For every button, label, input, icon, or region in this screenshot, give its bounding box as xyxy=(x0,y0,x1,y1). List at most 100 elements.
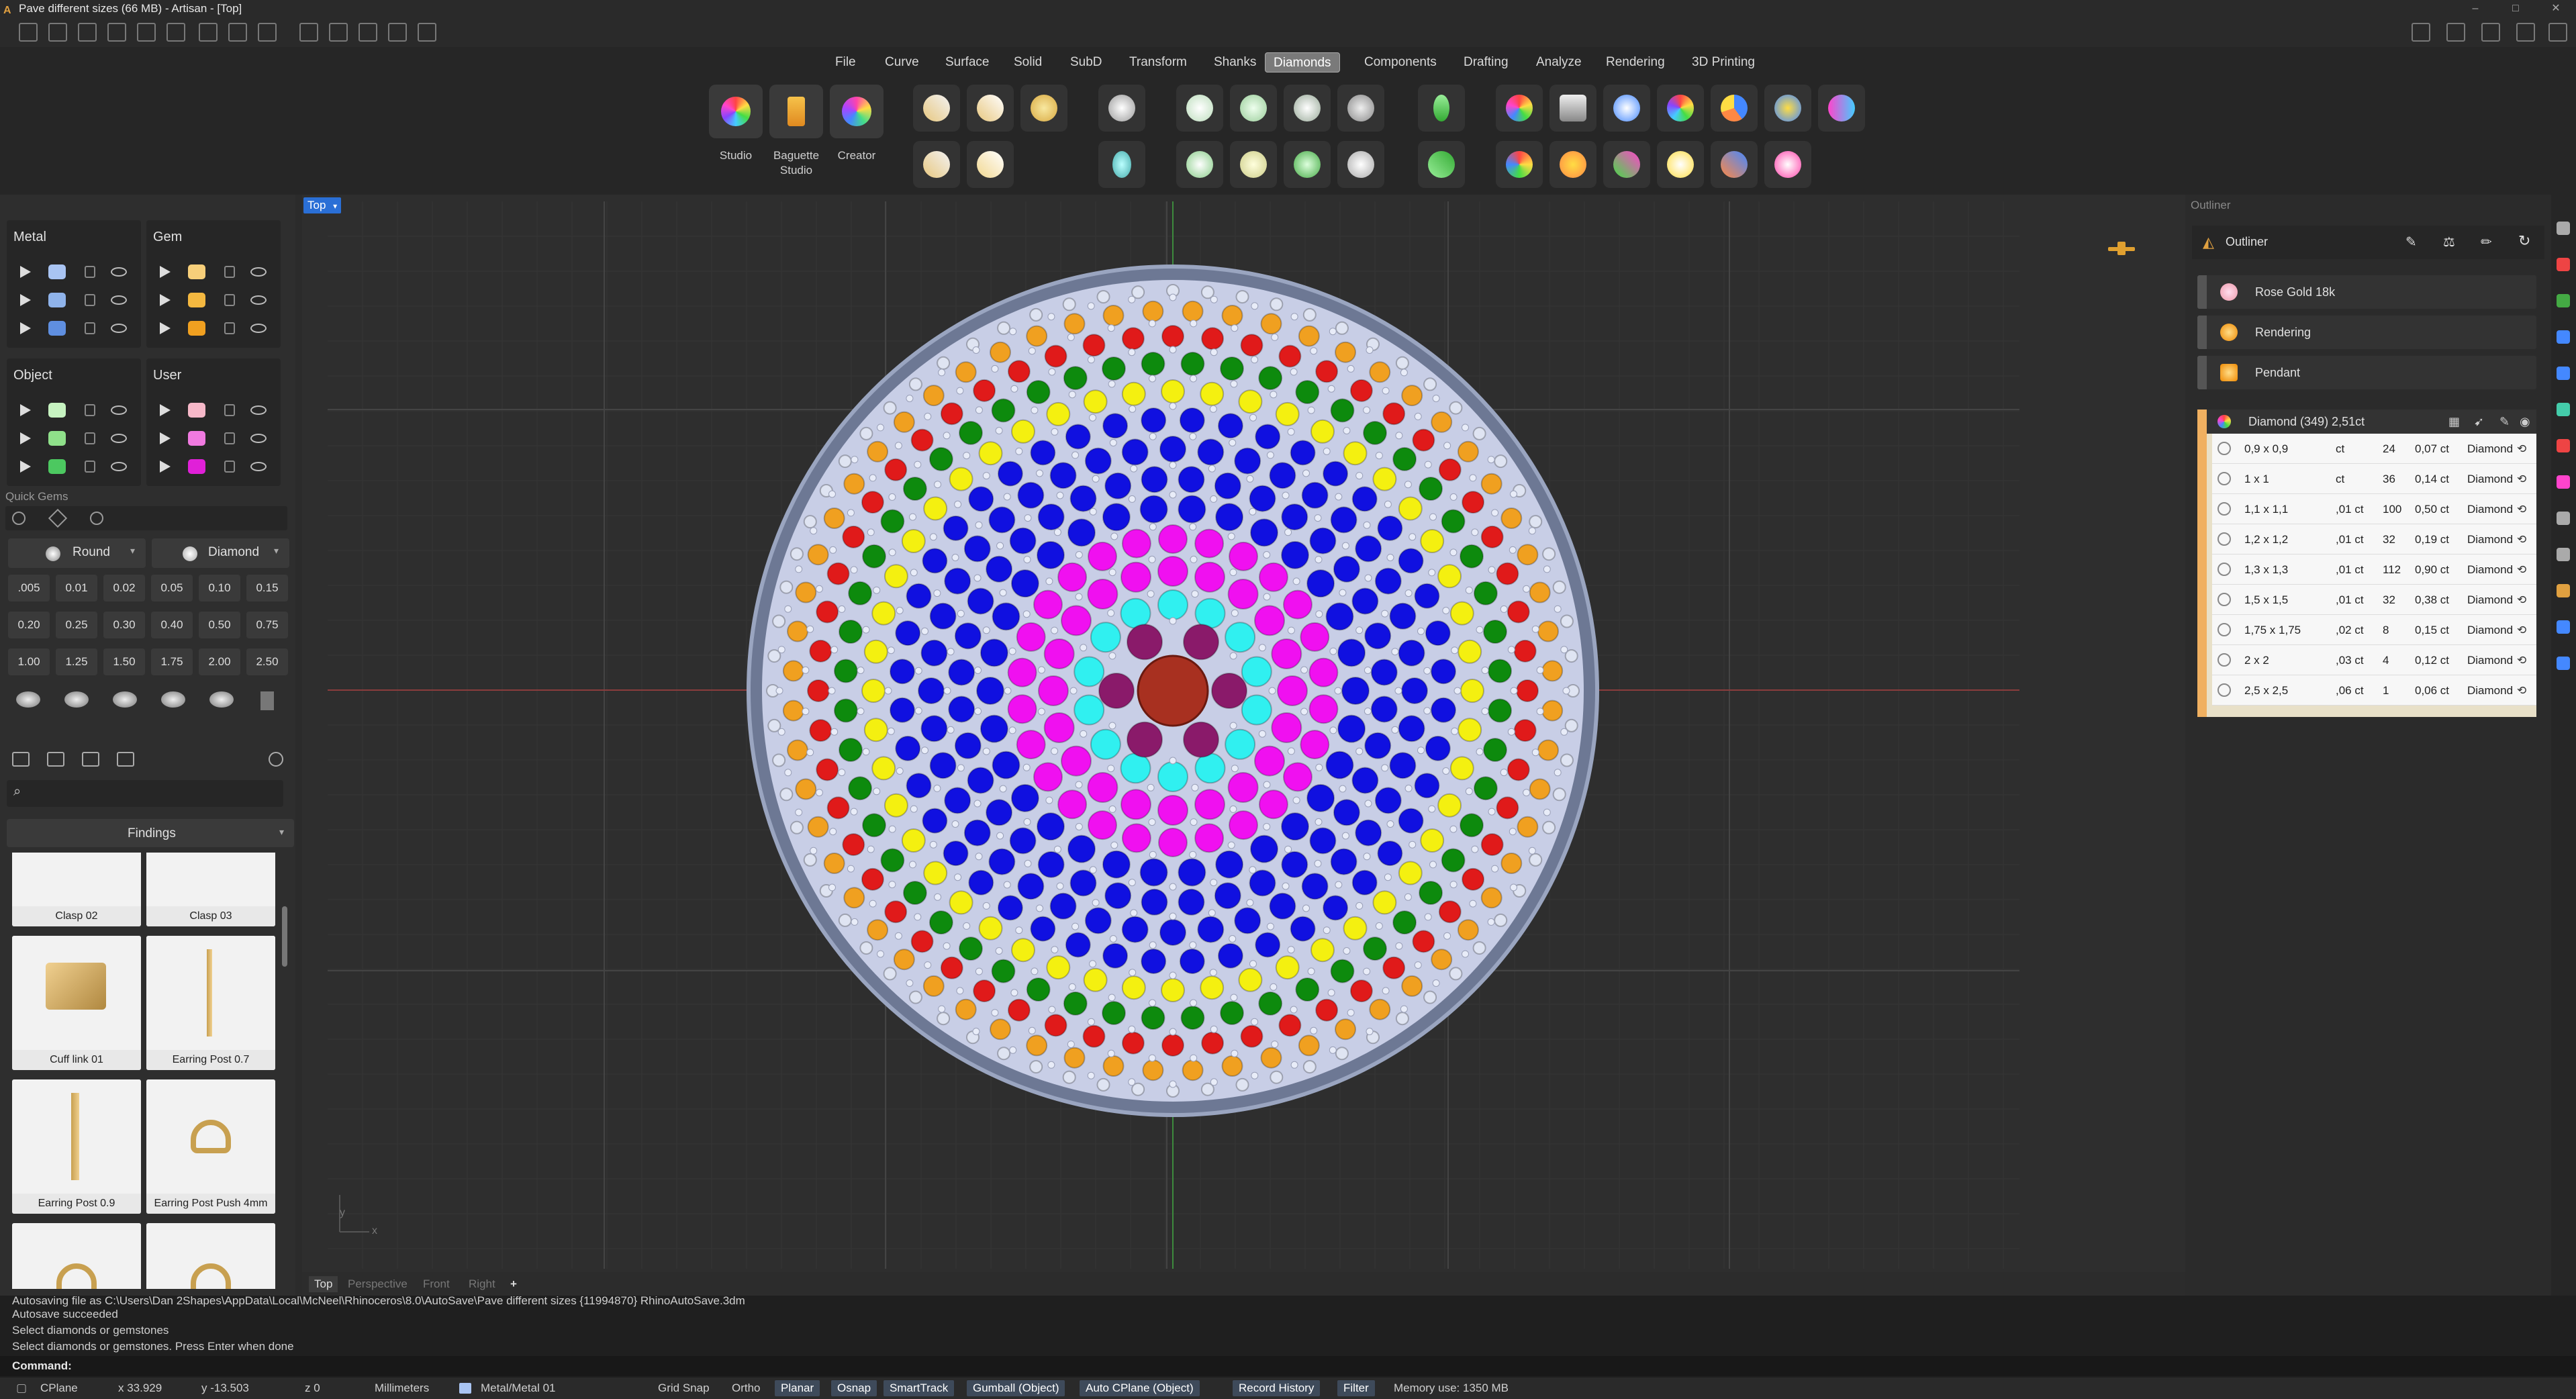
tab-front[interactable]: Front xyxy=(418,1276,455,1292)
gem-weight-tool[interactable] xyxy=(1549,141,1596,188)
layer-color-swatch[interactable] xyxy=(48,459,66,474)
viewport-label[interactable]: Top ▾ xyxy=(303,197,342,213)
settings-tool-icon[interactable] xyxy=(418,23,436,42)
gem-pie-tool[interactable] xyxy=(1711,85,1758,132)
expand-arrow-icon[interactable] xyxy=(20,404,31,416)
gem-size-button[interactable]: 0.50 xyxy=(199,612,240,638)
library-search-input[interactable]: ⌕ xyxy=(7,780,283,807)
gem-table-row[interactable]: 1,75 x 1,75 ,02 ct 8 0,15 ct Diamond ⟲ xyxy=(2212,615,2536,645)
metal-layer-row[interactable] xyxy=(7,259,141,285)
side-panel-icon[interactable] xyxy=(2557,512,2570,525)
layer-color-swatch[interactable] xyxy=(188,264,205,279)
eye-icon[interactable] xyxy=(250,267,267,277)
gem-select-icon[interactable] xyxy=(12,512,26,525)
save-all-icon[interactable] xyxy=(258,23,277,42)
gem-shape-dropdown[interactable]: Round ▾ xyxy=(8,538,146,568)
minimize-button[interactable]: – xyxy=(2455,0,2495,17)
user-layer-row[interactable] xyxy=(146,454,281,479)
gem-settings-icon[interactable] xyxy=(90,512,103,525)
tab-top[interactable]: Top xyxy=(309,1276,338,1292)
help-icon[interactable] xyxy=(2516,23,2535,42)
import-library-icon[interactable] xyxy=(82,752,99,767)
seat-tool[interactable] xyxy=(1230,141,1277,188)
expand-arrow-icon[interactable] xyxy=(20,461,31,473)
gem-size-button[interactable]: 0.05 xyxy=(151,575,193,601)
refresh-library-icon[interactable] xyxy=(269,752,283,767)
user-layer-row[interactable] xyxy=(146,426,281,451)
gem-size-button[interactable]: 0.10 xyxy=(199,575,240,601)
gem-size-button[interactable]: 1.75 xyxy=(151,648,193,675)
library-item[interactable]: Clasp 02 xyxy=(12,853,141,926)
select-gem-icon[interactable]: ⟲ xyxy=(2517,554,2526,585)
add-viewport-tab-button[interactable]: + xyxy=(505,1276,522,1292)
eye-icon[interactable] xyxy=(250,434,267,443)
smarttrack-toggle[interactable]: SmartTrack xyxy=(884,1380,955,1396)
user-layer-row[interactable] xyxy=(146,397,281,423)
remove-folder-icon[interactable] xyxy=(47,752,64,767)
grid-snap-toggle[interactable]: Grid Snap xyxy=(658,1378,710,1399)
undo-icon[interactable] xyxy=(137,23,156,42)
add-folder-icon[interactable] xyxy=(12,752,30,767)
planar-toggle[interactable]: Planar xyxy=(775,1380,820,1396)
library-item[interactable] xyxy=(12,1223,141,1289)
expand-arrow-icon[interactable] xyxy=(160,322,171,334)
gem-table-row[interactable]: 1,2 x 1,2 ,01 ct 32 0,19 ct Diamond ⟲ xyxy=(2212,524,2536,554)
menu-subd[interactable]: SubD xyxy=(1062,52,1110,73)
gem-table-row[interactable]: 2,5 x 2,5 ,06 ct 1 0,06 ct Diamond ⟲ xyxy=(2212,675,2536,706)
menu-rendering[interactable]: Rendering xyxy=(1598,52,1673,73)
cut-oval-icon[interactable] xyxy=(64,691,89,708)
gem-table-row[interactable]: 1,3 x 1,3 ,01 ct 112 0,90 ct Diamond ⟲ xyxy=(2212,554,2536,585)
osnap-toggle[interactable]: Osnap xyxy=(831,1380,877,1396)
cut-round-icon[interactable] xyxy=(16,691,40,708)
menu-3d-printing[interactable]: 3D Printing xyxy=(1684,52,1763,73)
library-item[interactable]: Earring Post 0.7 xyxy=(146,936,275,1070)
eye-icon[interactable] xyxy=(250,462,267,471)
layer-color-swatch[interactable] xyxy=(188,431,205,446)
group-tool-icon[interactable] xyxy=(329,23,348,42)
object-layer-row[interactable] xyxy=(7,454,141,479)
lock-icon[interactable] xyxy=(224,322,235,334)
layer-color-swatch[interactable] xyxy=(188,459,205,474)
refresh-icon[interactable]: ↻ xyxy=(2518,232,2530,250)
eye-icon[interactable] xyxy=(111,295,127,305)
gem-size-button[interactable]: 2.00 xyxy=(199,648,240,675)
lock-icon[interactable] xyxy=(224,404,235,416)
menu-drafting[interactable]: Drafting xyxy=(1456,52,1517,73)
table-icon[interactable]: ▦ xyxy=(2448,409,2460,434)
expand-arrow-icon[interactable] xyxy=(160,294,171,306)
maximize-button[interactable]: □ xyxy=(2495,0,2536,17)
gem-table-row[interactable]: 1,5 x 1,5 ,01 ct 32 0,38 ct Diamond ⟲ xyxy=(2212,585,2536,615)
cluster-tool[interactable] xyxy=(1337,141,1384,188)
lock-icon[interactable] xyxy=(85,266,95,278)
eye-icon[interactable] xyxy=(250,324,267,333)
gem-size-button[interactable]: 0.30 xyxy=(103,612,145,638)
expand-arrow-icon[interactable] xyxy=(160,266,171,278)
balance-icon[interactable]: ⚖ xyxy=(2443,234,2455,250)
close-button[interactable]: ✕ xyxy=(2536,0,2576,17)
tab-right[interactable]: Right xyxy=(463,1276,501,1292)
ortho-toggle[interactable]: Ortho xyxy=(732,1378,761,1399)
transform-tool-icon[interactable] xyxy=(359,23,377,42)
gem-report-tool[interactable] xyxy=(1549,85,1596,132)
filter-toggle[interactable]: Filter xyxy=(1337,1380,1375,1396)
gem-pick-icon[interactable] xyxy=(48,508,68,528)
gem-ring-tool[interactable] xyxy=(1657,141,1704,188)
side-panel-icon[interactable] xyxy=(2557,620,2570,634)
gem-table-row[interactable]: 0,9 x 0,9 ct 24 0,07 ct Diamond ⟲ xyxy=(2212,434,2536,464)
lock-icon[interactable] xyxy=(224,294,235,306)
outliner-row-material[interactable]: Rose Gold 18k xyxy=(2197,275,2536,309)
gumball-toggle[interactable]: Gumball (Object) xyxy=(967,1380,1065,1396)
lock-icon[interactable] xyxy=(224,266,235,278)
edit-gems-icon[interactable]: ✎ xyxy=(2499,409,2510,434)
lock-icon[interactable] xyxy=(85,322,95,334)
prong-setting-tool[interactable] xyxy=(1176,85,1223,132)
menu-surface[interactable]: Surface xyxy=(937,52,997,73)
pave-setting-tool[interactable] xyxy=(1337,85,1384,132)
layer-color-swatch[interactable] xyxy=(48,403,66,418)
layer-color-swatch[interactable] xyxy=(48,264,66,279)
side-panel-icon[interactable] xyxy=(2557,548,2570,561)
eye-icon[interactable] xyxy=(111,267,127,277)
gem-size-button[interactable]: 0.75 xyxy=(246,612,288,638)
menu-components[interactable]: Components xyxy=(1356,52,1445,73)
gems-on-curve-tool[interactable] xyxy=(913,85,960,132)
